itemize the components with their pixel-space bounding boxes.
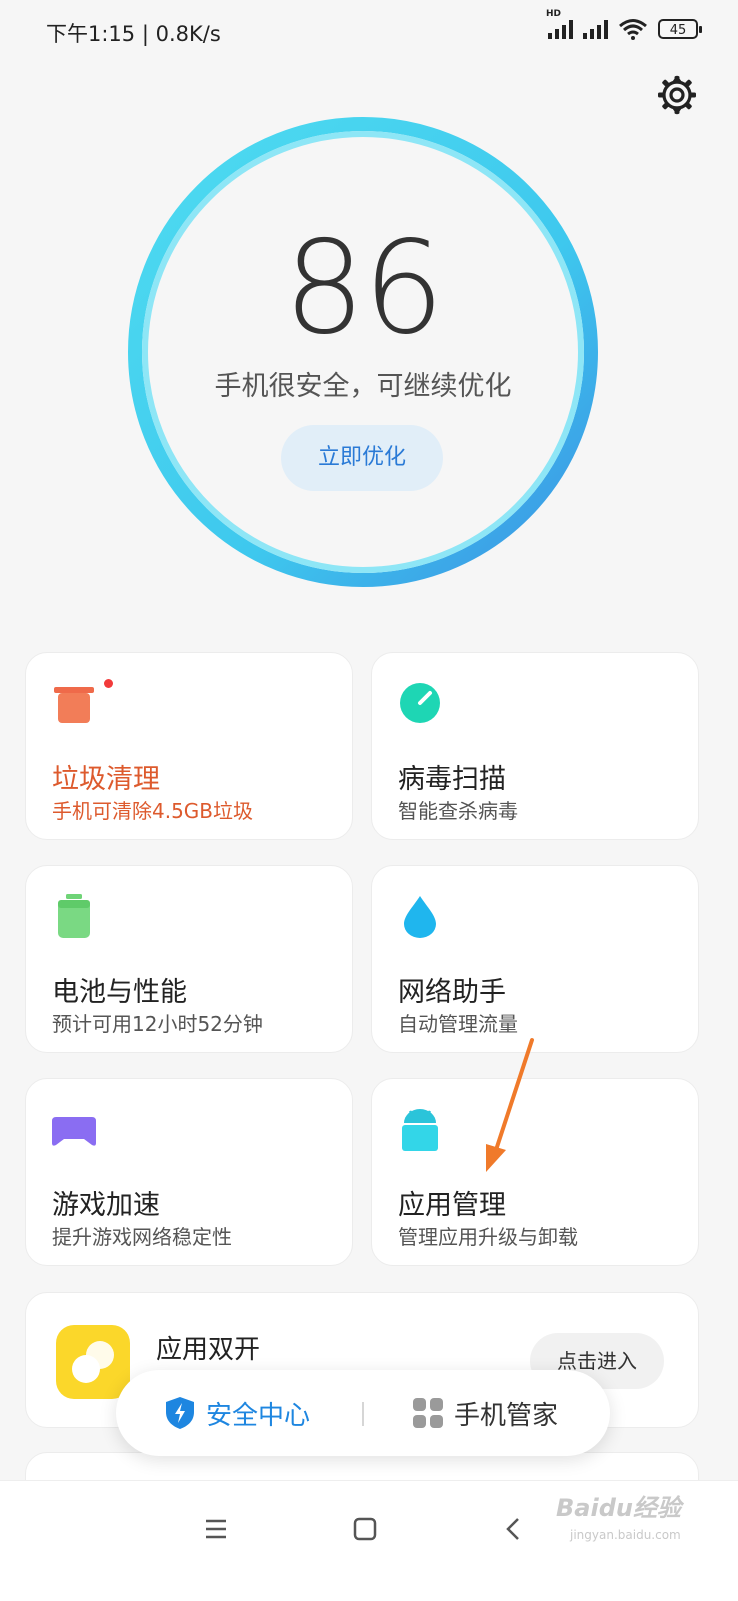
- tab-phone-manager[interactable]: 手机管家: [412, 1370, 558, 1456]
- card-subtitle: 提升游戏网络稳定性: [52, 1225, 232, 1249]
- grid-icon: [413, 1398, 443, 1428]
- card-subtitle: 管理应用升级与卸载: [398, 1225, 578, 1249]
- card-title: 病毒扫描: [398, 764, 506, 795]
- android-icon: [402, 1109, 438, 1151]
- virus-scan-icon: [400, 683, 440, 723]
- settings-gear-icon[interactable]: [656, 74, 698, 116]
- security-score: 86: [283, 214, 445, 363]
- dual-apps-title: 应用双开: [156, 1335, 261, 1365]
- shield-icon: [166, 1397, 194, 1429]
- tab-label: 安全中心: [206, 1400, 311, 1431]
- water-drop-icon: [404, 896, 436, 938]
- trash-icon: [54, 687, 94, 723]
- junk-cleanup-card[interactable]: 垃圾清理 手机可清除4.5GB垃圾: [25, 652, 353, 840]
- card-subtitle: 自动管理流量: [398, 1012, 518, 1036]
- app-management-card[interactable]: 应用管理 管理应用升级与卸载: [371, 1078, 699, 1266]
- status-time: 下午1:15 | 0.8K/s: [46, 22, 221, 46]
- card-title: 游戏加速: [52, 1190, 160, 1221]
- game-boost-card[interactable]: 游戏加速 提升游戏网络稳定性: [25, 1078, 353, 1266]
- battery-performance-card[interactable]: 电池与性能 预计可用12小时52分钟: [25, 865, 353, 1053]
- baidu-watermark: Baidu经验: [556, 1494, 681, 1522]
- card-title: 网络助手: [398, 977, 506, 1008]
- card-title: 垃圾清理: [52, 764, 160, 795]
- back-icon[interactable]: [494, 1509, 534, 1549]
- card-subtitle: 预计可用12小时52分钟: [52, 1012, 263, 1036]
- hd-signal-icon: HD: [546, 9, 573, 39]
- home-icon[interactable]: [345, 1509, 385, 1549]
- score-description: 手机很安全，可继续优化: [214, 371, 512, 402]
- status-bar: 下午1:15 | 0.8K/s HD 45: [0, 0, 738, 64]
- menu-icon[interactable]: [196, 1509, 236, 1549]
- optimize-now-button[interactable]: 立即优化: [281, 425, 443, 491]
- tab-divider: [362, 1402, 364, 1426]
- dual-app-icon: [56, 1325, 130, 1399]
- virus-scan-card[interactable]: 病毒扫描 智能查杀病毒: [371, 652, 699, 840]
- tab-security-center[interactable]: 安全中心: [164, 1370, 310, 1456]
- card-title: 电池与性能: [52, 977, 187, 1008]
- signal-icon: [583, 19, 608, 39]
- battery-icon: [58, 894, 90, 938]
- hd-label: HD: [546, 9, 562, 19]
- watermark-url: jingyan.baidu.com: [570, 1528, 681, 1542]
- alert-dot: [104, 679, 113, 688]
- card-title: 应用管理: [398, 1190, 506, 1221]
- tab-switcher: 安全中心 手机管家: [116, 1370, 610, 1456]
- status-icons: HD 45: [546, 9, 702, 40]
- card-subtitle: 手机可清除4.5GB垃圾: [52, 799, 254, 823]
- card-subtitle: 智能查杀病毒: [398, 799, 518, 823]
- network-assistant-card[interactable]: 网络助手 自动管理流量: [371, 865, 699, 1053]
- battery-indicator: 45: [658, 19, 702, 39]
- tab-label: 手机管家: [454, 1400, 559, 1431]
- gamepad-icon: [52, 1117, 96, 1146]
- wifi-icon: [619, 19, 647, 40]
- security-score-panel: 86 手机很安全，可继续优化 立即优化: [123, 112, 603, 592]
